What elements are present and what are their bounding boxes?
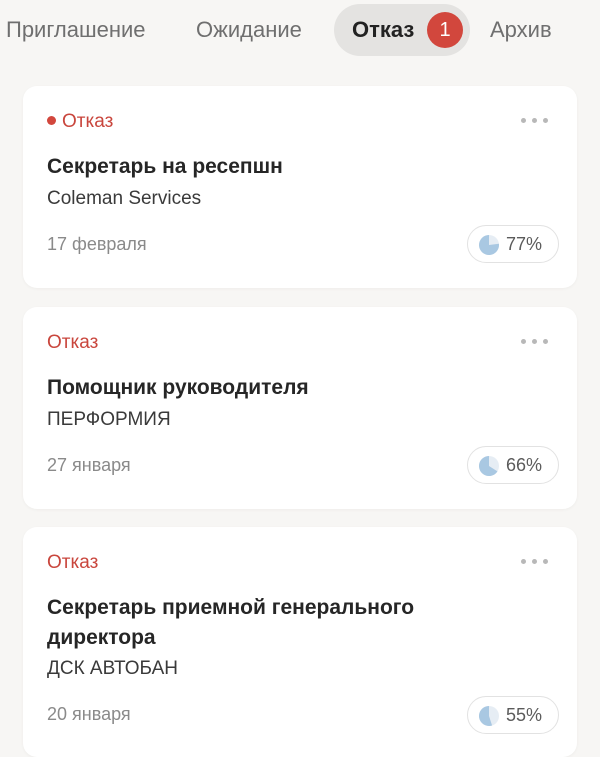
match-pie-icon <box>478 706 499 726</box>
company-name: ДСК АВТОБАН <box>47 658 178 679</box>
status-text: Отказ <box>62 111 114 132</box>
status-text: Отказ <box>47 552 99 573</box>
application-card[interactable]: Отказ Секретарь приемной генерального ди… <box>23 527 577 757</box>
match-badge: 55% <box>467 696 559 734</box>
application-card[interactable]: Отказ Помощник руководителя ПЕРФОРМИЯ 27… <box>23 307 577 509</box>
tab-invitation[interactable]: Приглашение <box>6 4 146 56</box>
match-percent: 77% <box>506 234 543 254</box>
more-horizontal-icon[interactable] <box>519 112 551 128</box>
status-label: Отказ <box>47 110 113 134</box>
more-horizontal-icon[interactable] <box>519 333 551 349</box>
match-badge: 77% <box>467 225 559 263</box>
match-badge: 66% <box>467 446 559 484</box>
application-date: 17 февраля <box>47 234 147 254</box>
company-name: Coleman Services <box>47 188 202 209</box>
unread-dot-icon <box>47 116 56 125</box>
rejection-count-badge: 1 <box>427 12 463 48</box>
status-text: Отказ <box>47 332 99 353</box>
tab-archive[interactable]: Архив <box>490 4 552 56</box>
tab-waiting[interactable]: Ожидание <box>196 4 302 56</box>
status-tabs: Приглашение Ожидание Отказ 1 Архив <box>0 0 600 62</box>
application-date: 20 января <box>47 704 131 724</box>
match-percent: 55% <box>506 705 543 725</box>
tab-label: Ожидание <box>196 17 302 42</box>
tab-label: Архив <box>490 17 552 42</box>
company-name: ПЕРФОРМИЯ <box>47 409 171 430</box>
vacancy-title[interactable]: Помощник руководителя <box>47 373 527 403</box>
tab-label: Приглашение <box>6 17 146 42</box>
match-percent: 66% <box>506 455 543 475</box>
vacancy-title[interactable]: Секретарь на ресепшн <box>47 152 527 182</box>
vacancy-title[interactable]: Секретарь приемной генерального директор… <box>47 593 527 653</box>
match-pie-icon <box>478 235 499 255</box>
match-pie-icon <box>478 456 499 476</box>
application-date: 27 января <box>47 455 131 475</box>
status-label: Отказ <box>47 551 98 575</box>
application-card[interactable]: Отказ Секретарь на ресепшн Coleman Servi… <box>23 86 577 288</box>
status-label: Отказ <box>47 331 98 355</box>
more-horizontal-icon[interactable] <box>519 553 551 569</box>
tab-label: Отказ <box>352 17 415 42</box>
